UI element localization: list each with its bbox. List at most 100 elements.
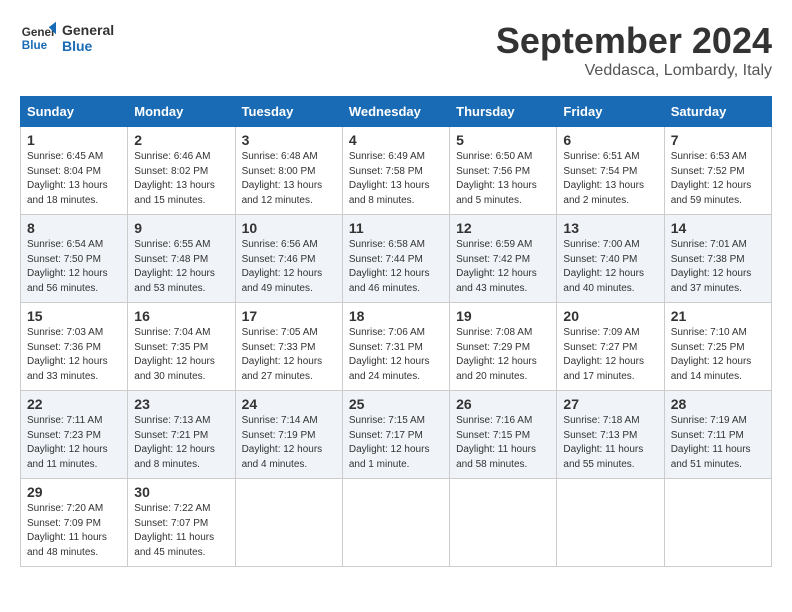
calendar-cell: 3 Sunrise: 6:48 AM Sunset: 8:00 PM Dayli… [235,127,342,215]
day-info: Sunrise: 7:04 AM Sunset: 7:35 PM Dayligh… [134,326,228,384]
calendar-cell: 23 Sunrise: 7:13 AM Sunset: 7:21 PM Dayl… [128,391,235,479]
day-number: 11 [349,220,443,236]
header: General Blue General Blue September 2024… [20,20,772,80]
calendar-row-3: 15 Sunrise: 7:03 AM Sunset: 7:36 PM Dayl… [21,303,772,391]
calendar-cell: 9 Sunrise: 6:55 AM Sunset: 7:48 PM Dayli… [128,215,235,303]
day-info: Sunrise: 7:06 AM Sunset: 7:31 PM Dayligh… [349,326,443,384]
calendar-cell: 11 Sunrise: 6:58 AM Sunset: 7:44 PM Dayl… [342,215,449,303]
calendar-cell: 24 Sunrise: 7:14 AM Sunset: 7:19 PM Dayl… [235,391,342,479]
day-info: Sunrise: 7:08 AM Sunset: 7:29 PM Dayligh… [456,326,550,384]
month-title: September 2024 [496,20,772,62]
day-info: Sunrise: 7:20 AM Sunset: 7:09 PM Dayligh… [27,502,121,560]
day-info: Sunrise: 6:48 AM Sunset: 8:00 PM Dayligh… [242,150,336,208]
day-number: 1 [27,132,121,148]
calendar-cell: 10 Sunrise: 6:56 AM Sunset: 7:46 PM Dayl… [235,215,342,303]
day-number: 24 [242,396,336,412]
header-day-monday: Monday [128,97,235,127]
header-day-friday: Friday [557,97,664,127]
day-number: 13 [563,220,657,236]
calendar-cell [342,479,449,567]
day-number: 4 [349,132,443,148]
calendar-cell: 16 Sunrise: 7:04 AM Sunset: 7:35 PM Dayl… [128,303,235,391]
header-day-thursday: Thursday [450,97,557,127]
header-day-tuesday: Tuesday [235,97,342,127]
day-info: Sunrise: 7:19 AM Sunset: 7:11 PM Dayligh… [671,414,765,472]
calendar-cell: 5 Sunrise: 6:50 AM Sunset: 7:56 PM Dayli… [450,127,557,215]
calendar-cell: 18 Sunrise: 7:06 AM Sunset: 7:31 PM Dayl… [342,303,449,391]
day-info: Sunrise: 7:05 AM Sunset: 7:33 PM Dayligh… [242,326,336,384]
day-info: Sunrise: 7:00 AM Sunset: 7:40 PM Dayligh… [563,238,657,296]
day-info: Sunrise: 7:18 AM Sunset: 7:13 PM Dayligh… [563,414,657,472]
day-number: 17 [242,308,336,324]
day-info: Sunrise: 6:46 AM Sunset: 8:02 PM Dayligh… [134,150,228,208]
day-number: 14 [671,220,765,236]
day-info: Sunrise: 6:53 AM Sunset: 7:52 PM Dayligh… [671,150,765,208]
calendar-cell: 30 Sunrise: 7:22 AM Sunset: 7:07 PM Dayl… [128,479,235,567]
day-info: Sunrise: 7:03 AM Sunset: 7:36 PM Dayligh… [27,326,121,384]
day-info: Sunrise: 7:10 AM Sunset: 7:25 PM Dayligh… [671,326,765,384]
calendar-cell: 27 Sunrise: 7:18 AM Sunset: 7:13 PM Dayl… [557,391,664,479]
logo-text-line1: General [62,22,114,38]
day-info: Sunrise: 6:59 AM Sunset: 7:42 PM Dayligh… [456,238,550,296]
day-number: 20 [563,308,657,324]
day-number: 6 [563,132,657,148]
calendar-cell: 15 Sunrise: 7:03 AM Sunset: 7:36 PM Dayl… [21,303,128,391]
calendar-cell: 8 Sunrise: 6:54 AM Sunset: 7:50 PM Dayli… [21,215,128,303]
day-number: 8 [27,220,121,236]
calendar-row-4: 22 Sunrise: 7:11 AM Sunset: 7:23 PM Dayl… [21,391,772,479]
logo: General Blue General Blue [20,20,114,56]
day-number: 3 [242,132,336,148]
day-info: Sunrise: 6:45 AM Sunset: 8:04 PM Dayligh… [27,150,121,208]
day-info: Sunrise: 6:58 AM Sunset: 7:44 PM Dayligh… [349,238,443,296]
day-number: 30 [134,484,228,500]
logo-icon: General Blue [20,20,56,56]
day-info: Sunrise: 7:16 AM Sunset: 7:15 PM Dayligh… [456,414,550,472]
day-info: Sunrise: 7:11 AM Sunset: 7:23 PM Dayligh… [27,414,121,472]
day-info: Sunrise: 7:15 AM Sunset: 7:17 PM Dayligh… [349,414,443,472]
calendar-row-5: 29 Sunrise: 7:20 AM Sunset: 7:09 PM Dayl… [21,479,772,567]
header-day-saturday: Saturday [664,97,771,127]
day-number: 7 [671,132,765,148]
calendar-cell: 14 Sunrise: 7:01 AM Sunset: 7:38 PM Dayl… [664,215,771,303]
day-number: 2 [134,132,228,148]
day-number: 15 [27,308,121,324]
calendar-cell: 28 Sunrise: 7:19 AM Sunset: 7:11 PM Dayl… [664,391,771,479]
calendar-cell: 7 Sunrise: 6:53 AM Sunset: 7:52 PM Dayli… [664,127,771,215]
calendar-cell: 6 Sunrise: 6:51 AM Sunset: 7:54 PM Dayli… [557,127,664,215]
calendar-cell: 21 Sunrise: 7:10 AM Sunset: 7:25 PM Dayl… [664,303,771,391]
day-info: Sunrise: 6:50 AM Sunset: 7:56 PM Dayligh… [456,150,550,208]
calendar-cell: 26 Sunrise: 7:16 AM Sunset: 7:15 PM Dayl… [450,391,557,479]
calendar-cell [450,479,557,567]
svg-text:Blue: Blue [22,39,48,52]
day-number: 29 [27,484,121,500]
calendar-cell: 4 Sunrise: 6:49 AM Sunset: 7:58 PM Dayli… [342,127,449,215]
location-title: Veddasca, Lombardy, Italy [496,62,772,80]
calendar-table: SundayMondayTuesdayWednesdayThursdayFrid… [20,96,772,567]
calendar-row-1: 1 Sunrise: 6:45 AM Sunset: 8:04 PM Dayli… [21,127,772,215]
day-number: 19 [456,308,550,324]
title-area: September 2024 Veddasca, Lombardy, Italy [496,20,772,80]
day-info: Sunrise: 6:56 AM Sunset: 7:46 PM Dayligh… [242,238,336,296]
calendar-cell [664,479,771,567]
day-info: Sunrise: 6:54 AM Sunset: 7:50 PM Dayligh… [27,238,121,296]
day-info: Sunrise: 7:14 AM Sunset: 7:19 PM Dayligh… [242,414,336,472]
calendar-cell: 12 Sunrise: 6:59 AM Sunset: 7:42 PM Dayl… [450,215,557,303]
day-number: 9 [134,220,228,236]
day-info: Sunrise: 6:49 AM Sunset: 7:58 PM Dayligh… [349,150,443,208]
day-info: Sunrise: 7:22 AM Sunset: 7:07 PM Dayligh… [134,502,228,560]
calendar-cell: 17 Sunrise: 7:05 AM Sunset: 7:33 PM Dayl… [235,303,342,391]
calendar-cell [235,479,342,567]
calendar-cell [557,479,664,567]
day-number: 10 [242,220,336,236]
calendar-cell: 20 Sunrise: 7:09 AM Sunset: 7:27 PM Dayl… [557,303,664,391]
day-number: 27 [563,396,657,412]
calendar-cell: 1 Sunrise: 6:45 AM Sunset: 8:04 PM Dayli… [21,127,128,215]
day-number: 23 [134,396,228,412]
day-number: 18 [349,308,443,324]
day-info: Sunrise: 6:55 AM Sunset: 7:48 PM Dayligh… [134,238,228,296]
day-number: 25 [349,396,443,412]
header-day-wednesday: Wednesday [342,97,449,127]
day-number: 26 [456,396,550,412]
day-info: Sunrise: 6:51 AM Sunset: 7:54 PM Dayligh… [563,150,657,208]
calendar-cell: 19 Sunrise: 7:08 AM Sunset: 7:29 PM Dayl… [450,303,557,391]
